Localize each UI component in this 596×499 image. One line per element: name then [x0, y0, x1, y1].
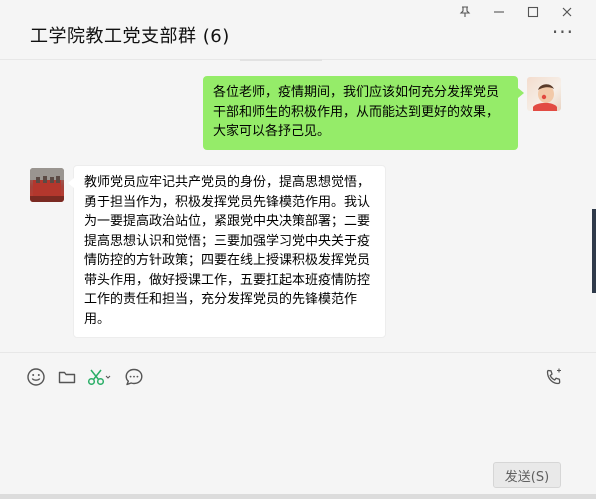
window-controls [448, 3, 584, 21]
chat-history-icon[interactable] [123, 366, 145, 388]
more-options-button[interactable]: ··· [552, 22, 574, 42]
pin-icon[interactable] [448, 3, 482, 21]
chat-title: 工学院教工党支部群 (6) [30, 26, 230, 47]
title-bar: 工学院教工党支部群 (6) ··· [0, 0, 596, 62]
window-edge-background [592, 209, 596, 293]
message-bubble-sent[interactable]: 各位老师，疫情期间，我们应该如何充分发挥党员干部和师生的积极作用，从而能达到更好… [203, 76, 524, 150]
close-icon[interactable] [550, 3, 584, 21]
message-list[interactable]: 各位老师，疫情期间，我们应该如何充分发挥党员干部和师生的积极作用，从而能达到更好… [0, 61, 596, 353]
chat-toolbar [0, 354, 596, 400]
avatar-self[interactable] [527, 77, 561, 111]
avatar-group-member[interactable] [30, 168, 64, 202]
message-bubble-received[interactable]: 教师党员应牢记共产党员的身份，提高思想觉悟，勇于担当作为，积极发挥党员先锋模范作… [68, 165, 386, 338]
emoji-icon[interactable] [25, 366, 47, 388]
bottom-edge [0, 494, 596, 499]
minimize-icon[interactable] [482, 3, 516, 21]
folder-icon[interactable] [56, 366, 78, 388]
send-button[interactable]: 发送(S) [493, 462, 561, 488]
maximize-icon[interactable] [516, 3, 550, 21]
voice-call-icon[interactable] [543, 366, 565, 388]
scissors-icon[interactable] [86, 366, 114, 388]
